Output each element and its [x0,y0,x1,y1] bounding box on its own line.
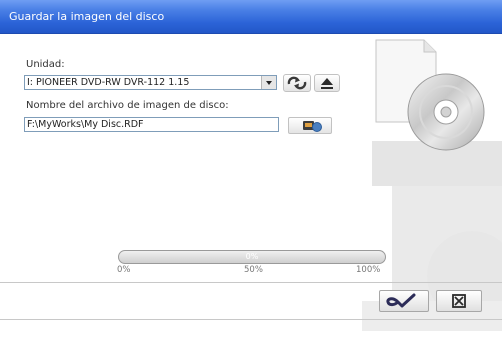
ok-button[interactable] [379,290,429,312]
chevron-down-icon[interactable] [261,76,276,89]
browse-button[interactable] [288,117,332,134]
drive-select[interactable]: I: PIONEER DVD-RW DVR-112 1.15 [24,75,277,90]
image-file-value: F:\MyWorks\My Disc.RDF [27,119,144,130]
drive-select-value: I: PIONEER DVD-RW DVR-112 1.15 [27,77,190,88]
cancel-button[interactable] [436,290,482,312]
image-file-input[interactable]: F:\MyWorks\My Disc.RDF [24,117,279,132]
save-disc-image-window: Guardar la imagen del disco Unidad: I: P… [0,0,502,344]
progress-text: 0% [245,252,259,261]
window-title: Guardar la imagen del disco [9,10,165,23]
title-bar: Guardar la imagen del disco [0,0,502,34]
divider-top [0,282,502,283]
refresh-icon [287,76,307,90]
refresh-button[interactable] [283,74,311,92]
disc-image-icon [375,39,485,151]
browse-icon [303,121,322,132]
progress-scale-0: 0% [117,265,131,275]
progress-scale-50: 50% [244,265,263,275]
eject-icon [321,78,333,89]
cancel-icon [452,294,466,308]
divider-bottom [0,319,502,320]
progress-scale-100: 100% [356,265,381,275]
progress-bar: 0% [118,250,386,264]
drive-label: Unidad: [26,59,65,70]
image-file-label: Nombre del archivo de imagen de disco: [26,100,229,111]
ok-checkmark-icon [386,293,416,308]
eject-button[interactable] [314,74,340,92]
